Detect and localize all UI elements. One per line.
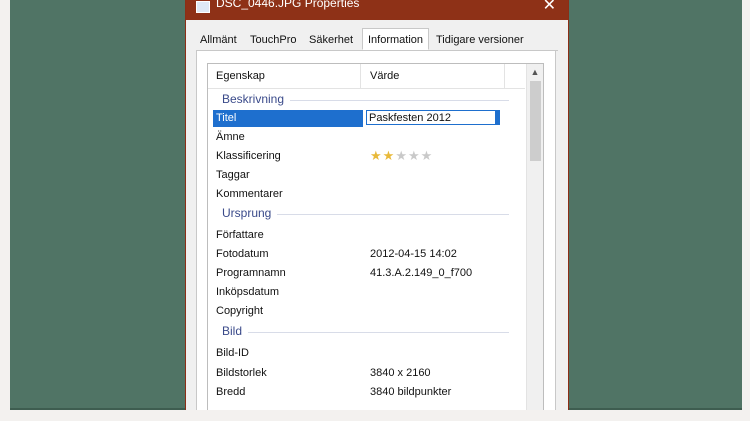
scroll-up-icon[interactable]: ▲	[527, 64, 543, 80]
properties-dialog: DSC_0446.JPG Properties ✕ Allmänt TouchP…	[185, 0, 569, 410]
row-label: Bildstorlek	[216, 367, 267, 379]
row-value: 3840 x 2160	[370, 367, 431, 379]
row-value: 41.3.A.2.149_0_f700	[370, 267, 473, 279]
row-label: Titel	[216, 112, 237, 124]
tab-strip: Allmänt TouchPro Säkerhet Information Ti…	[196, 28, 558, 51]
row-label: Copyright	[216, 305, 264, 317]
row-title[interactable]: Titel	[208, 109, 525, 128]
row-label: Bild-ID	[216, 347, 250, 359]
row-subject[interactable]: Ämne	[208, 128, 525, 147]
row-label: Klassificering	[216, 150, 281, 162]
row-tags[interactable]: Taggar	[208, 166, 525, 185]
column-header-property[interactable]: Egenskap	[216, 70, 265, 82]
close-icon[interactable]: ✕	[543, 0, 556, 15]
star-icon[interactable]: ★	[408, 148, 421, 163]
star-icon[interactable]: ★	[383, 148, 396, 163]
tab-information[interactable]: Information	[362, 28, 430, 50]
column-header: Egenskap Värde	[208, 64, 525, 89]
rating-stars[interactable]: ★★★★★	[370, 148, 433, 164]
scroll-thumb[interactable]	[530, 81, 541, 161]
property-list: Egenskap Värde Beskrivning Titel Ämne Kl…	[207, 63, 544, 410]
group-label: Beskrivning	[222, 92, 291, 106]
row-label: Fotodatum	[216, 248, 269, 260]
row-date-acquired[interactable]: Inköpsdatum	[208, 283, 525, 302]
tab-touchpro[interactable]: TouchPro	[250, 31, 296, 49]
group-label: Bild	[222, 324, 249, 338]
row-value: 3840 bildpunkter	[370, 386, 452, 398]
column-divider[interactable]	[360, 64, 361, 88]
row-label: Kommentarer	[216, 188, 283, 200]
tab-security[interactable]: Säkerhet	[309, 31, 353, 49]
tab-panel: Egenskap Värde Beskrivning Titel Ämne Kl…	[196, 51, 556, 410]
row-value: 2012-04-15 14:02	[370, 248, 457, 260]
row-copyright[interactable]: Copyright	[208, 302, 525, 321]
row-label: Taggar	[216, 169, 250, 181]
group-label: Ursprung	[222, 206, 278, 220]
field-edge	[496, 110, 500, 125]
title-bar[interactable]: DSC_0446.JPG Properties ✕	[186, 0, 568, 20]
group-header-description: Beskrivning	[208, 91, 525, 109]
column-header-value[interactable]: Värde	[370, 70, 399, 82]
row-comments[interactable]: Kommentarer	[208, 185, 525, 204]
row-label: Ämne	[216, 131, 245, 143]
star-icon[interactable]: ★	[370, 148, 383, 163]
row-image-id[interactable]: Bild-ID	[208, 344, 525, 363]
row-rating[interactable]: Klassificering ★★★★★	[208, 147, 525, 166]
column-divider[interactable]	[504, 64, 505, 88]
group-header-image: Bild	[208, 323, 525, 341]
star-icon[interactable]: ★	[421, 148, 434, 163]
row-label: Programnamn	[216, 267, 286, 279]
row-dimensions[interactable]: Bildstorlek 3840 x 2160	[208, 364, 525, 383]
row-label: Inköpsdatum	[216, 286, 279, 298]
row-label: Bredd	[216, 386, 246, 398]
row-width[interactable]: Bredd 3840 bildpunkter	[208, 383, 525, 402]
star-icon[interactable]: ★	[395, 148, 408, 163]
title-field[interactable]	[366, 110, 496, 125]
group-header-origin: Ursprung	[208, 205, 525, 223]
vertical-scrollbar[interactable]: ▲	[526, 64, 543, 410]
tab-general[interactable]: Allmänt	[200, 31, 237, 49]
row-program-name[interactable]: Programnamn 41.3.A.2.149_0_f700	[208, 264, 525, 283]
row-date-taken[interactable]: Fotodatum 2012-04-15 14:02	[208, 245, 525, 264]
group-divider	[222, 332, 509, 333]
file-icon	[196, 1, 210, 13]
tab-previous-versions[interactable]: Tidigare versioner	[436, 31, 524, 49]
row-authors[interactable]: Författare	[208, 226, 525, 245]
window-title: DSC_0446.JPG Properties	[216, 0, 360, 10]
row-label: Författare	[216, 229, 264, 241]
